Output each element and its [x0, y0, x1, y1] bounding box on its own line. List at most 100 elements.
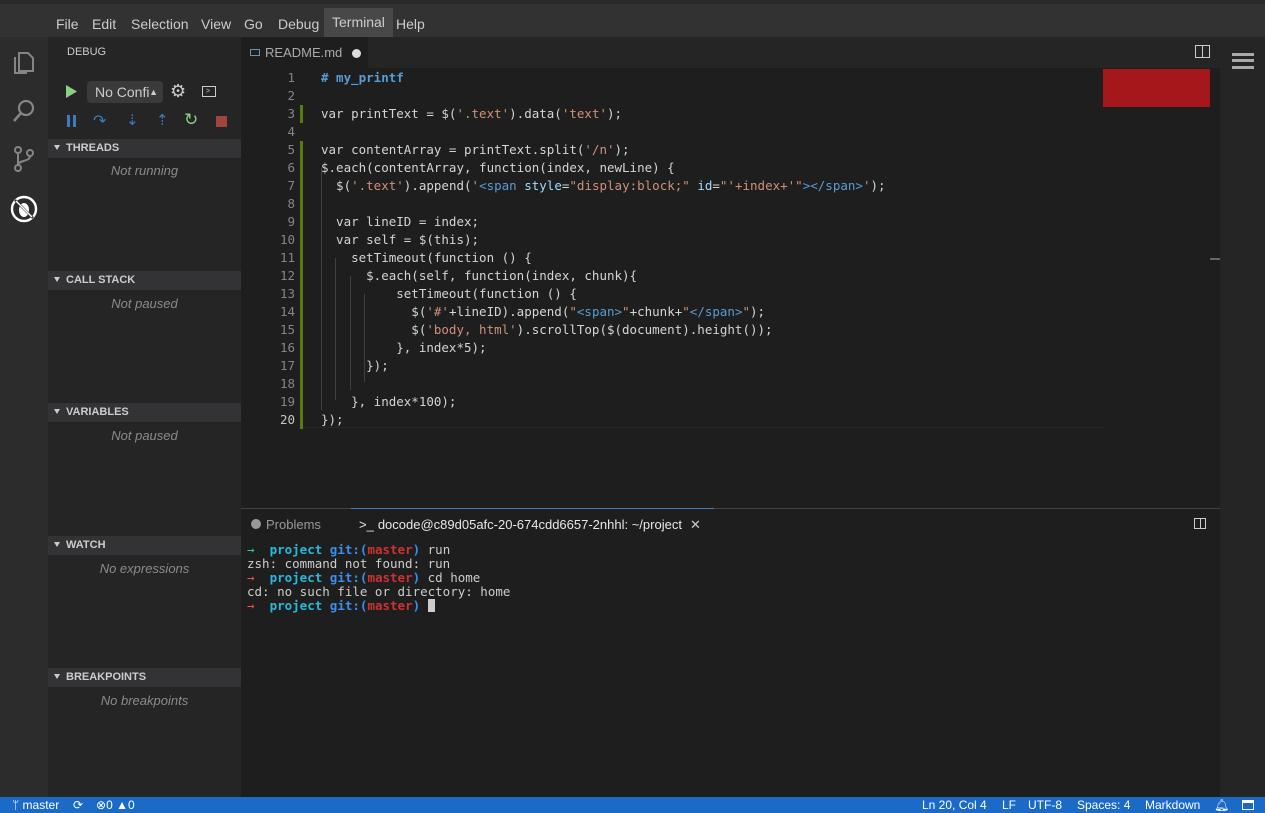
- open-preview-icon[interactable]: [1195, 45, 1210, 58]
- line-number: 17: [279, 358, 295, 373]
- code-line: $.each(self, function(index, chunk){: [321, 268, 638, 283]
- bell-icon[interactable]: 🔔︎: [1214, 797, 1229, 813]
- step-out-icon[interactable]: ⇡: [156, 111, 169, 129]
- breakpoints-header[interactable]: BREAKPOINTS: [48, 668, 241, 687]
- line-number: 7: [287, 178, 295, 193]
- indentation[interactable]: Spaces: 4: [1077, 797, 1130, 813]
- indent-guide: [350, 276, 351, 390]
- call-stack-header[interactable]: CALL STACK: [48, 271, 241, 290]
- modified-gutter-marker: [300, 303, 303, 321]
- restart-icon[interactable]: ↻: [184, 110, 198, 130]
- terminal-line: zsh: command not found: run: [247, 556, 451, 571]
- code-line: });: [321, 358, 389, 373]
- error-icon: ⊗: [96, 798, 107, 812]
- pause-icon[interactable]: [67, 115, 76, 127]
- indent-guide: [321, 168, 322, 410]
- step-over-icon[interactable]: ↷: [93, 111, 106, 131]
- menu-terminal[interactable]: Terminal: [324, 8, 393, 37]
- sync-icon[interactable]: ⟳: [73, 797, 83, 813]
- line-number: 8: [287, 196, 295, 211]
- git-branch-icon: ᛘ: [12, 798, 20, 812]
- line-number: 18: [279, 376, 295, 391]
- start-debugging-icon[interactable]: [66, 85, 77, 98]
- variables-empty: Not paused: [111, 428, 178, 443]
- watch-header[interactable]: WATCH: [48, 536, 241, 555]
- line-number: 1: [287, 70, 295, 85]
- line-number: 20: [279, 412, 295, 427]
- eol[interactable]: LF: [1002, 797, 1016, 813]
- minimap[interactable]: [1103, 69, 1210, 107]
- editor-scrollbar[interactable]: [1210, 258, 1220, 260]
- list-icon[interactable]: [1232, 53, 1254, 69]
- code-line: $.each(contentArray, function(index, new…: [321, 160, 675, 175]
- threads-header[interactable]: THREADS: [48, 139, 241, 158]
- line-number: 19: [279, 394, 295, 409]
- search-icon[interactable]: [10, 97, 38, 125]
- code-line: setTimeout(function () {: [321, 250, 532, 265]
- variables-header[interactable]: VARIABLES: [48, 403, 241, 422]
- debug-console-icon[interactable]: >: [202, 86, 216, 97]
- line-number: 9: [287, 214, 295, 229]
- indent-guide: [335, 258, 336, 400]
- debug-icon[interactable]: [10, 195, 38, 223]
- activity-bar: [0, 37, 48, 797]
- split-terminal-icon[interactable]: [1194, 518, 1206, 529]
- tab-terminal[interactable]: >_ docode@c89d05afc-20-674cdd6657-2nhhl: …: [359, 517, 701, 533]
- modified-gutter-marker: [300, 195, 303, 213]
- line-number: 3: [287, 106, 295, 121]
- problems-indicator[interactable]: ⊗0 ▲0: [96, 797, 135, 813]
- debug-config-select[interactable]: No Confi ▲: [87, 81, 163, 103]
- debug-config-value: No Confi: [95, 84, 150, 100]
- modified-gutter-marker: [300, 141, 303, 159]
- warning-count: 0: [127, 798, 135, 812]
- language-mode[interactable]: Markdown: [1145, 797, 1200, 813]
- menu-debug[interactable]: Debug: [278, 12, 319, 36]
- unsaved-dot-icon[interactable]: [352, 49, 361, 58]
- cursor-position[interactable]: Ln 20, Col 4: [922, 797, 987, 813]
- source-control-icon[interactable]: [10, 145, 38, 173]
- feedback-icon[interactable]: [1242, 800, 1254, 810]
- line-number: 12: [279, 268, 295, 283]
- encoding[interactable]: UTF-8: [1028, 797, 1062, 813]
- code-line: setTimeout(function () {: [321, 286, 577, 301]
- info-icon: [251, 519, 261, 529]
- menu-help[interactable]: Help: [396, 12, 425, 36]
- menu-selection[interactable]: Selection: [131, 12, 189, 36]
- branch-indicator[interactable]: ᛘ master: [12, 797, 59, 813]
- line-number: 10: [279, 232, 295, 247]
- tab-label: README.md: [265, 45, 343, 60]
- explorer-icon[interactable]: [10, 49, 38, 77]
- menu-edit[interactable]: Edit: [92, 12, 116, 36]
- menu-view[interactable]: View: [201, 12, 231, 36]
- code-line: var contentArray = printText.split('/n')…: [321, 142, 630, 157]
- tab-problems[interactable]: Problems: [251, 517, 321, 532]
- close-icon[interactable]: ✕: [690, 517, 701, 532]
- code-line: var lineID = index;: [321, 214, 480, 229]
- line-number: 15: [279, 322, 295, 337]
- modified-gutter-marker: [300, 321, 303, 339]
- tab-readme[interactable]: README.md: [241, 37, 368, 68]
- menu-go[interactable]: Go: [244, 12, 263, 36]
- active-tab-indicator: [351, 508, 714, 509]
- modified-gutter-marker: [300, 339, 303, 357]
- menu-file[interactable]: File: [56, 12, 79, 36]
- line-number: 6: [287, 160, 295, 175]
- line-number: 14: [279, 304, 295, 319]
- modified-gutter-marker: [300, 393, 303, 411]
- terminal-icon: >_: [359, 517, 374, 532]
- modified-gutter-marker: [300, 105, 303, 123]
- stop-icon[interactable]: [216, 116, 227, 127]
- code-line: }, index*5);: [321, 340, 487, 355]
- status-bar: ᛘ master ⟳ ⊗0 ▲0 Ln 20, Col 4 LF UTF-8 S…: [0, 797, 1265, 813]
- gear-icon[interactable]: ⚙: [170, 81, 186, 102]
- modified-gutter-marker: [300, 159, 303, 177]
- modified-gutter-marker: [300, 213, 303, 231]
- problems-label: Problems: [266, 517, 321, 532]
- breakpoints-empty: No breakpoints: [100, 693, 189, 708]
- editor-tabs: README.md: [241, 37, 1220, 68]
- code-line: # my_printf: [321, 70, 404, 85]
- modified-gutter-marker: [300, 357, 303, 375]
- debug-sidebar: DEBUG No Confi ▲ ⚙ > ↷ ⇣ ⇡ ↻ THREADS Not …: [48, 37, 241, 797]
- step-into-icon[interactable]: ⇣: [126, 111, 139, 129]
- markdown-file-icon: [250, 49, 260, 56]
